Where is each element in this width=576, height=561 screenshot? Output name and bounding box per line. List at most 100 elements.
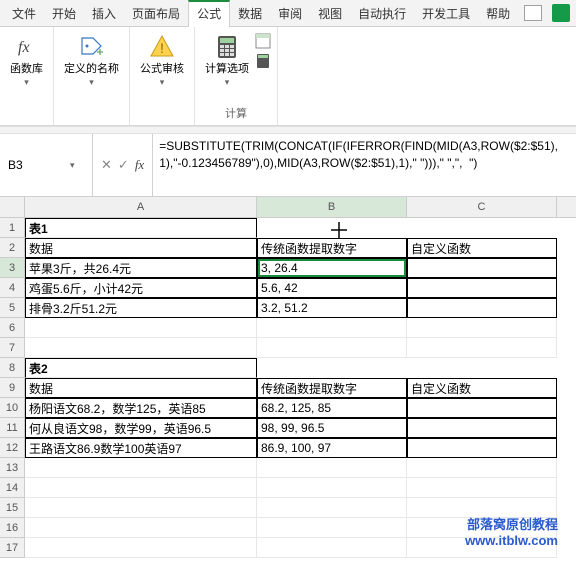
cell-C10[interactable] [407,398,557,418]
row-header-2[interactable]: 2 [0,238,25,258]
row-header-11[interactable]: 11 [0,418,25,438]
row-header-4[interactable]: 4 [0,278,25,298]
cell-A16[interactable] [25,518,257,538]
cell-B6[interactable] [257,318,407,338]
cell-B15[interactable] [257,498,407,518]
cell-C6[interactable] [407,318,557,338]
comments-icon[interactable] [524,5,542,21]
calc-group-title: 计算 [201,105,271,121]
cell-B10[interactable]: 68.2, 125, 85 [257,398,407,418]
row-header-1[interactable]: 1 [0,218,25,238]
menu-tabs: 文件开始插入页面布局公式数据审阅视图自动执行开发工具帮助 [0,0,576,27]
cell-A2[interactable]: 数据 [25,238,257,258]
row-header-15[interactable]: 15 [0,498,25,518]
cell-C5[interactable] [407,298,557,318]
cell-C11[interactable] [407,418,557,438]
cell-B14[interactable] [257,478,407,498]
cell-A15[interactable] [25,498,257,518]
cell-A1[interactable]: 表1 [25,218,257,238]
name-box[interactable]: ▾ [0,134,93,196]
share-button[interactable] [552,4,570,22]
row-header-14[interactable]: 14 [0,478,25,498]
tab-审阅[interactable]: 审阅 [270,0,310,27]
cell-C13[interactable] [407,458,557,478]
name-box-dropdown[interactable]: ▾ [66,158,79,173]
tab-文件[interactable]: 文件 [4,0,44,27]
cell-B2[interactable]: 传统函数提取数字 [257,238,407,258]
cell-A13[interactable] [25,458,257,478]
cell-A6[interactable] [25,318,257,338]
cell-C4[interactable] [407,278,557,298]
tab-数据[interactable]: 数据 [230,0,270,27]
row-header-3[interactable]: 3 [0,258,25,278]
name-box-input[interactable] [6,157,66,173]
row-header-16[interactable]: 16 [0,518,25,538]
col-header-A[interactable]: A [25,197,257,217]
select-all-corner[interactable] [0,197,25,217]
cell-C1[interactable] [407,218,557,238]
row-header-6[interactable]: 6 [0,318,25,338]
row-header-17[interactable]: 17 [0,538,25,558]
cell-B9[interactable]: 传统函数提取数字 [257,378,407,398]
cell-A10[interactable]: 杨阳语文68.2，数学125，英语85 [25,398,257,418]
grid-rows: 1表12数据传统函数提取数字自定义函数3苹果3斤，共26.4元3, 26.44鸡… [0,218,576,558]
cell-C2[interactable]: 自定义函数 [407,238,557,258]
formula-input[interactable]: =SUBSTITUTE(TRIM(CONCAT(IF(IFERROR(FIND(… [153,134,576,196]
cell-A7[interactable] [25,338,257,358]
cell-C14[interactable] [407,478,557,498]
calc-now-button[interactable] [255,33,271,49]
col-header-C[interactable]: C [407,197,557,217]
cell-A17[interactable] [25,538,257,558]
cell-B12[interactable]: 86.9, 100, 97 [257,438,407,458]
cell-A4[interactable]: 鸡蛋5.6斤，小计42元 [25,278,257,298]
calc-options-button[interactable]: 计算选项▾ [201,31,253,91]
insert-function-icon[interactable]: fx [135,157,144,173]
cell-C3[interactable] [407,258,557,278]
defined-names-button[interactable]: 定义的名称▾ [60,31,123,91]
tab-公式[interactable]: 公式 [188,0,230,27]
tab-视图[interactable]: 视图 [310,0,350,27]
formula-audit-button[interactable]: ! 公式审核▾ [136,31,188,91]
tab-页面布局[interactable]: 页面布局 [124,0,188,27]
cell-A12[interactable]: 王路语文86.9数学100英语97 [25,438,257,458]
row-header-5[interactable]: 5 [0,298,25,318]
cell-A3[interactable]: 苹果3斤，共26.4元 [25,258,257,278]
cell-B3[interactable]: 3, 26.4 [257,258,407,278]
cell-A9[interactable]: 数据 [25,378,257,398]
cell-C8[interactable] [407,358,557,378]
row-header-12[interactable]: 12 [0,438,25,458]
cell-A8[interactable]: 表2 [25,358,257,378]
cell-B1[interactable] [257,218,407,238]
cell-C7[interactable] [407,338,557,358]
cell-A11[interactable]: 何从良语文98，数学99，英语96.5 [25,418,257,438]
row-header-9[interactable]: 9 [0,378,25,398]
cell-B13[interactable] [257,458,407,478]
calc-sheet-button[interactable] [255,53,271,69]
cell-B7[interactable] [257,338,407,358]
cell-C9[interactable]: 自定义函数 [407,378,557,398]
cell-B16[interactable] [257,518,407,538]
cell-B5[interactable]: 3.2, 51.2 [257,298,407,318]
cell-B17[interactable] [257,538,407,558]
cancel-icon[interactable]: ✕ [101,157,112,173]
row-header-10[interactable]: 10 [0,398,25,418]
fx-library-button[interactable]: fx 函数库▾ [6,31,47,91]
tab-开发工具[interactable]: 开发工具 [414,0,478,27]
tab-开始[interactable]: 开始 [44,0,84,27]
row-header-7[interactable]: 7 [0,338,25,358]
cell-C12[interactable] [407,438,557,458]
row-header-13[interactable]: 13 [0,458,25,478]
tab-插入[interactable]: 插入 [84,0,124,27]
cell-B4[interactable]: 5.6, 42 [257,278,407,298]
tab-帮助[interactable]: 帮助 [478,0,518,27]
row-header-8[interactable]: 8 [0,358,25,378]
col-header-B[interactable]: B [257,197,407,217]
tab-自动执行[interactable]: 自动执行 [350,0,414,27]
cell-A5[interactable]: 排骨3.2斤51.2元 [25,298,257,318]
confirm-icon[interactable]: ✓ [118,157,129,173]
formula-audit-label: 公式审核 [140,63,184,75]
cell-B11[interactable]: 98, 99, 96.5 [257,418,407,438]
cell-B8[interactable] [257,358,407,378]
cell-A14[interactable] [25,478,257,498]
watermark-title: 部落窝原创教程 [465,514,558,533]
